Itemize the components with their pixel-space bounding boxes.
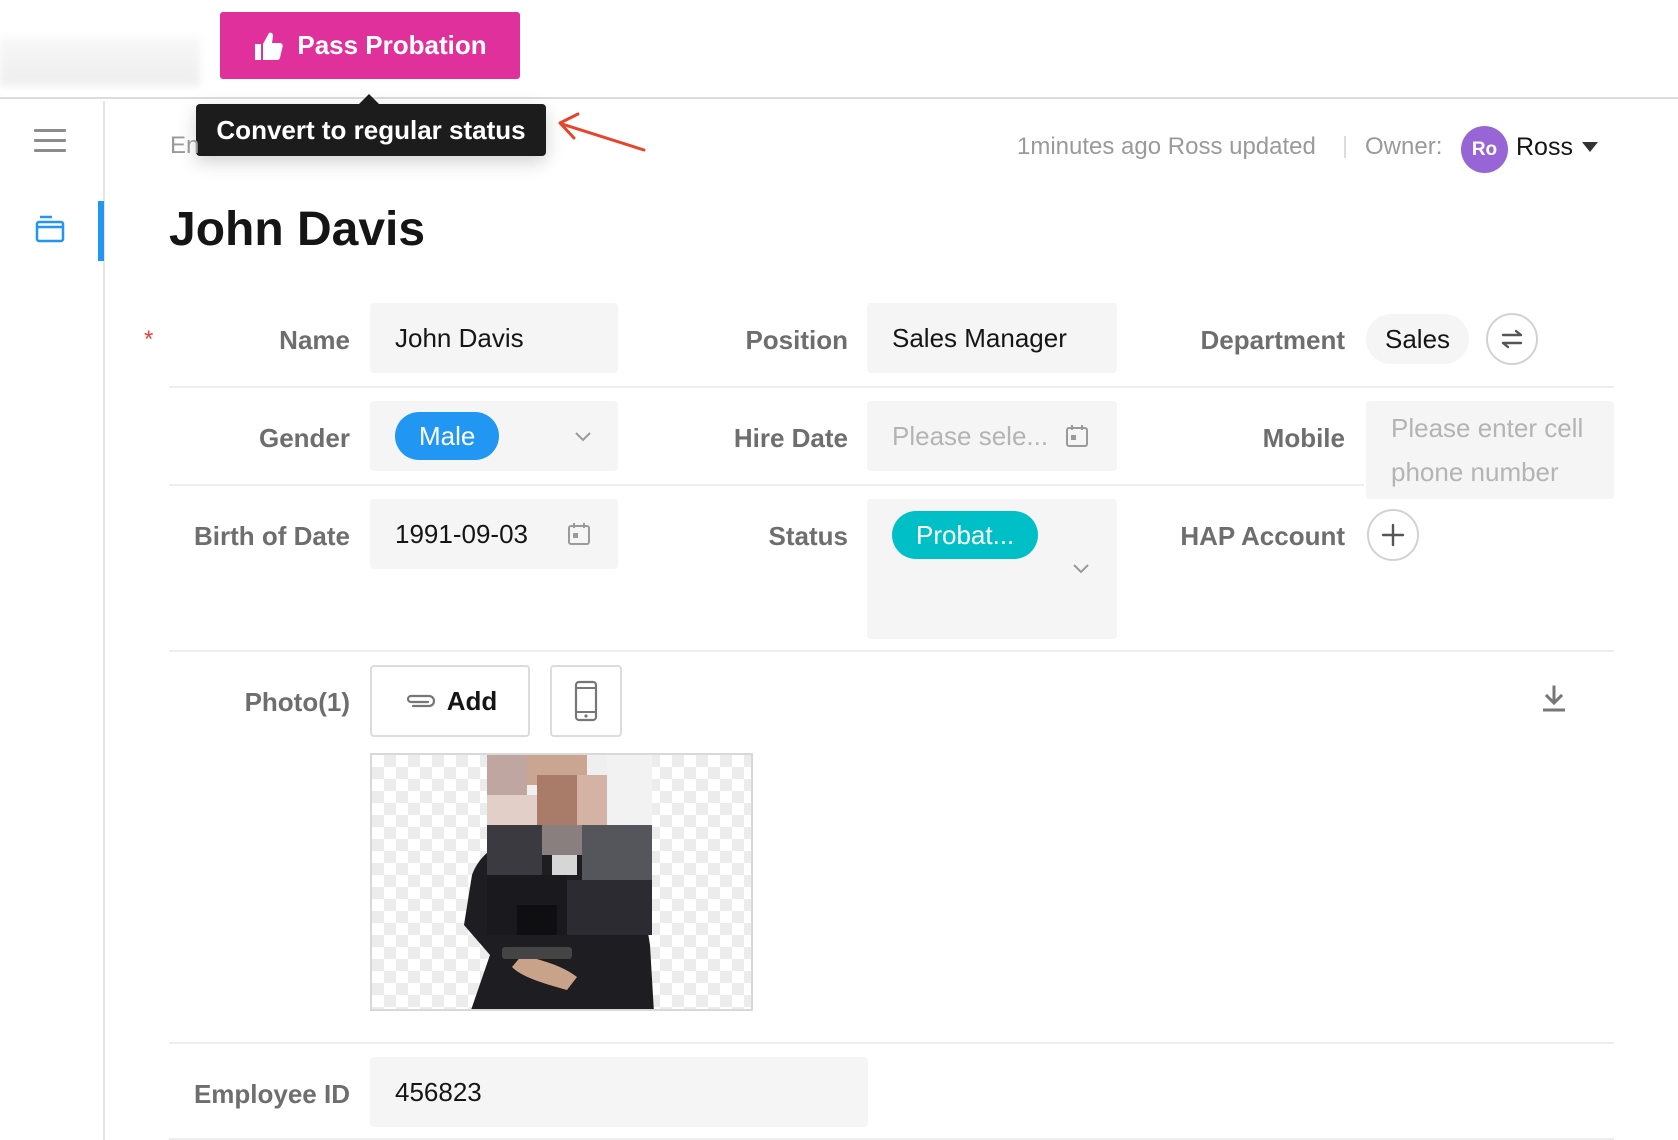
last-updated-text: 1minutes ago Ross updated [1017,133,1316,160]
breadcrumb[interactable]: En [170,132,199,160]
row-divider [169,650,1614,652]
status-pill: Probat... [892,511,1039,559]
add-attachment-button[interactable]: Add [370,665,530,737]
mobile-label: Mobile [1262,423,1345,453]
page-title: John Davis [169,203,426,256]
employee-id-value: 456823 [395,1076,482,1107]
annotation-arrow-icon [558,112,646,152]
add-hap-account-button[interactable] [1367,509,1419,561]
hap-account-label: HAP Account [1180,521,1345,551]
status-label: Status [768,521,848,551]
switch-department-button[interactable] [1486,313,1538,365]
folder-icon[interactable] [34,213,66,245]
name-field[interactable]: John Davis [370,303,618,373]
pass-probation-button[interactable]: Pass Probation [220,12,520,79]
department-value: Sales [1385,323,1451,354]
row-divider [169,484,1364,486]
name-label: Name [279,325,350,355]
divider [1344,136,1346,158]
swap-arrows-icon [1501,329,1523,349]
mobile-placeholder-line1: Please enter cell [1391,413,1584,443]
employee-photo-thumbnail[interactable] [370,753,753,1011]
add-label: Add [446,685,498,716]
tooltip-text: Convert to regular status [216,114,526,145]
hire-date-placeholder: Please sele... [892,420,1049,451]
required-indicator: * [144,326,154,353]
department-chip[interactable]: Sales [1366,314,1470,364]
plus-icon [1381,523,1405,547]
mobile-field[interactable]: Please enter cell phone number [1366,401,1614,499]
nav-active-indicator [98,201,104,261]
chevron-down-icon[interactable] [574,431,592,443]
mobile-placeholder-line2: phone number [1391,457,1559,487]
top-toolbar: Pass Probation [0,0,1678,99]
owner-name[interactable]: Ross [1516,133,1573,162]
department-label: Department [1200,325,1345,355]
hamburger-menu-icon[interactable] [34,129,66,155]
person-photo-image [464,755,654,1009]
thumbs-up-icon [255,32,284,60]
gender-label: Gender [258,423,350,453]
chevron-down-icon[interactable] [1072,563,1090,575]
position-value: Sales Manager [892,322,1067,353]
name-value: John Davis [395,322,524,353]
hire-date-label: Hire Date [733,423,848,453]
owner-avatar[interactable]: Ro [1461,126,1508,173]
owner-label: Owner: [1365,133,1443,160]
birth-date-label: Birth of Date [194,521,350,551]
mobile-phone-icon [574,680,598,722]
gender-pill: Male [395,412,500,460]
paperclip-icon [406,694,435,708]
pass-probation-label: Pass Probation [297,30,487,60]
position-field[interactable]: Sales Manager [867,303,1117,373]
mobile-upload-button[interactable] [550,665,622,737]
row-divider [169,1042,1614,1044]
tooltip: Convert to regular status [196,94,546,156]
employee-id-label: Employee ID [193,1079,350,1109]
blurred-region [0,38,200,86]
birth-date-value: 1991-09-03 [395,518,528,549]
position-label: Position [745,325,848,355]
calendar-icon[interactable] [567,522,591,546]
row-divider [169,386,1614,388]
download-icon[interactable] [1540,684,1568,714]
caret-down-icon[interactable] [1582,142,1598,152]
calendar-icon[interactable] [1065,424,1089,448]
employee-id-field[interactable]: 456823 [370,1057,868,1127]
photo-label: Photo(1) [244,687,350,717]
left-sidebar [0,101,105,1140]
